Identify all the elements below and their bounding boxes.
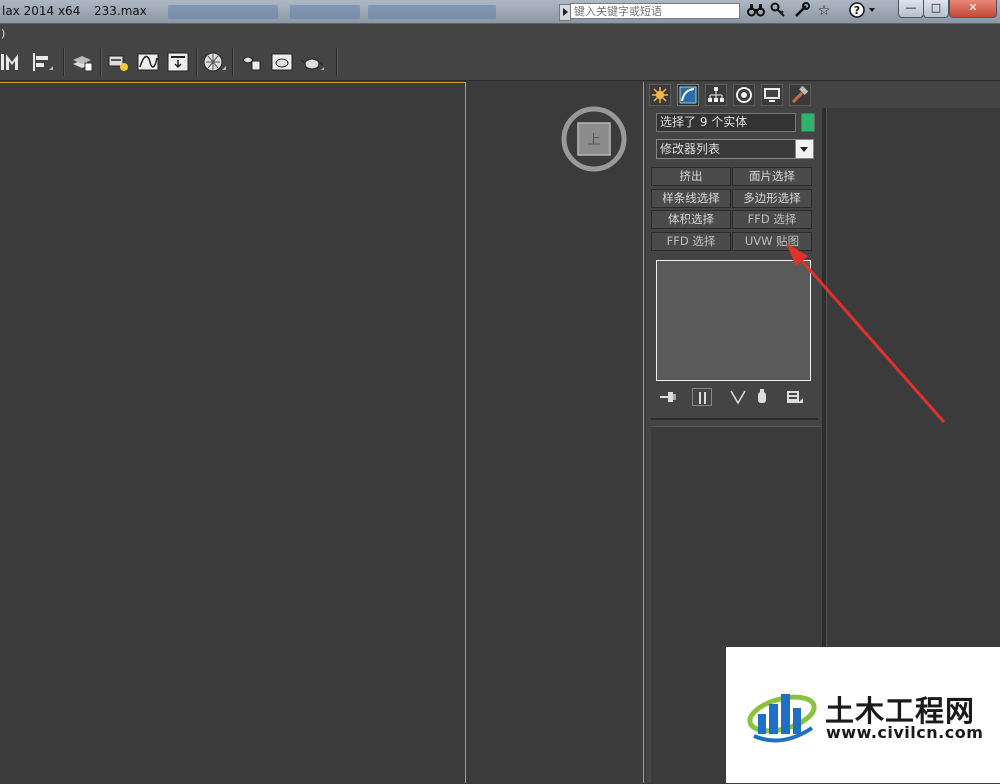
toolbar-divider (336, 48, 338, 76)
display-tab-icon[interactable] (761, 84, 783, 106)
schematic-view-icon[interactable] (166, 50, 190, 74)
viewcube-face-label: 上 (587, 133, 600, 148)
minimize-button[interactable]: — (898, 0, 924, 18)
modifier-button-poly-select[interactable]: 多边形选择 (732, 189, 812, 208)
modifier-button-extrude[interactable]: 挤出 (651, 167, 731, 186)
browser-tab-blurred[interactable] (368, 5, 496, 19)
scene-explorer-icon[interactable] (106, 50, 130, 74)
viewcube[interactable]: 上 (559, 104, 629, 174)
render-teapot-icon[interactable] (300, 50, 324, 74)
utilities-tab-icon[interactable] (789, 84, 811, 106)
layer-manager-icon[interactable] (70, 50, 94, 74)
modifier-button-ffd-select[interactable]: FFD 选择 (732, 210, 812, 229)
app-title: lax 2014 x64 (2, 4, 81, 18)
browser-tab-blurred[interactable] (290, 5, 360, 19)
toolbar-divider (232, 48, 234, 76)
toolbar-divider (100, 48, 102, 76)
render-setup-icon[interactable] (240, 50, 264, 74)
modifier-list-dropdown[interactable]: 修改器列表 (656, 139, 814, 159)
close-button[interactable]: ✕ (949, 0, 997, 18)
chevron-down-icon[interactable] (795, 140, 813, 158)
align-icon[interactable] (30, 50, 54, 74)
show-end-result-icon[interactable] (692, 388, 712, 406)
file-title: 233.max (94, 4, 147, 18)
remove-modifier-icon[interactable] (752, 388, 772, 406)
viewport-active[interactable] (0, 82, 466, 783)
modifier-button-spline-select[interactable]: 样条线选择 (651, 189, 731, 208)
main-toolbar (0, 44, 1000, 81)
tools-icon[interactable] (792, 2, 812, 20)
menu-fragment[interactable]: ) (1, 27, 5, 40)
menu-bar: ) (0, 24, 1000, 44)
svg-text:?: ? (854, 4, 860, 17)
annotation-arrow (786, 243, 946, 423)
rendered-frame-icon[interactable] (270, 50, 294, 74)
modifier-button-patch-select[interactable]: 面片选择 (732, 167, 812, 186)
create-tab-icon[interactable] (649, 84, 671, 106)
watermark-url: www.civilcn.com (826, 723, 984, 742)
pin-stack-icon[interactable] (658, 388, 678, 406)
star-icon[interactable]: ☆ (814, 2, 834, 20)
modifier-button-volume-select[interactable]: 体积选择 (651, 210, 731, 229)
maximize-button[interactable]: □ (923, 0, 949, 18)
mirror-icon[interactable] (0, 50, 24, 74)
title-bar: lax 2014 x64 233.max ☆ ? — □ ✕ (0, 0, 1000, 24)
modifier-list-label: 修改器列表 (660, 142, 721, 156)
toolbar-divider (196, 48, 198, 76)
hierarchy-tab-icon[interactable] (705, 84, 727, 106)
curve-editor-icon[interactable] (136, 50, 160, 74)
toolbar-divider (63, 48, 65, 76)
modify-tab-icon[interactable] (677, 84, 699, 106)
search-input[interactable] (570, 3, 740, 19)
material-editor-icon[interactable] (202, 50, 226, 74)
key-icon[interactable] (768, 2, 788, 20)
help-icon[interactable]: ? (848, 2, 878, 20)
modifier-button-ffd-select[interactable]: FFD 选择 (651, 232, 731, 251)
make-unique-icon[interactable] (728, 388, 748, 406)
browser-tab-blurred[interactable] (168, 5, 278, 19)
civilcn-logo-icon (747, 694, 817, 743)
motion-tab-icon[interactable] (733, 84, 755, 106)
selection-name-field[interactable]: 选择了 9 个实体 (656, 113, 796, 132)
object-color-swatch[interactable] (801, 113, 815, 132)
binoculars-icon[interactable] (746, 2, 766, 20)
viewport-secondary[interactable] (468, 82, 644, 783)
